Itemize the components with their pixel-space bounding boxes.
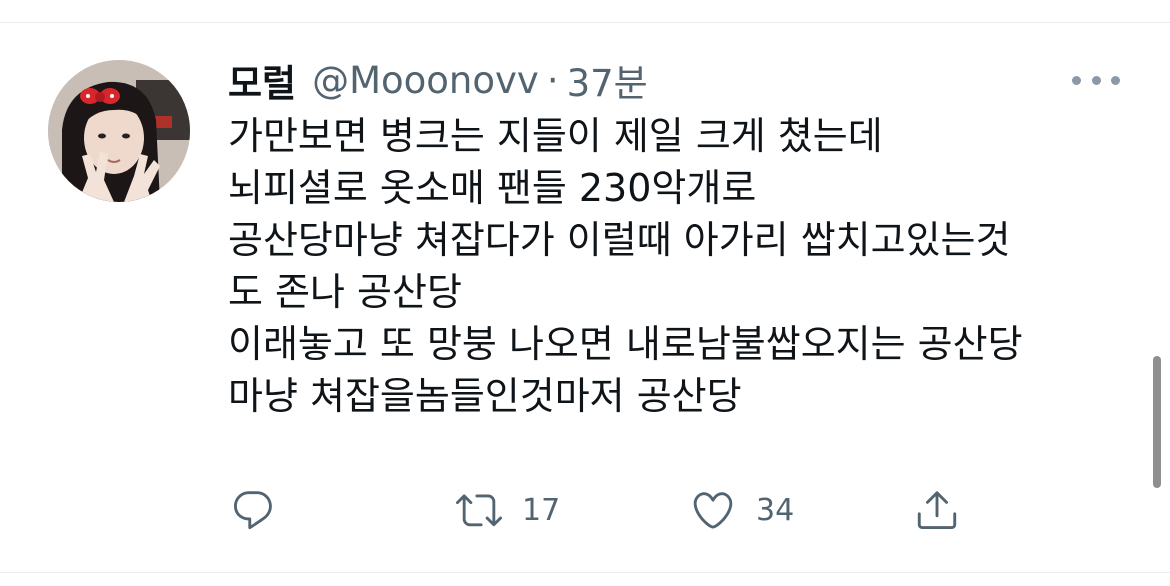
share-button[interactable] [914, 482, 960, 538]
tweet-text: 가만보면 병크는 지들이 제일 크게 쳤는데 뇌피셜로 옷소매 팬들 230악개… [228, 110, 1128, 422]
separator-dot: · [546, 58, 559, 102]
reply-icon [234, 491, 272, 530]
heart-icon [693, 492, 733, 529]
tweet-text-line: 마냥 쳐잡을놈들인것마저 공산당 [228, 374, 742, 418]
tweet-text-line: 뇌피셜로 옷소매 팬들 230악개로 [228, 166, 757, 210]
user-handle[interactable]: @Mooonovv [312, 59, 539, 102]
display-name[interactable]: 모럴 [228, 53, 296, 107]
tweet-header: 모럴 @Mooonovv · 37분 [228, 52, 648, 108]
tweet-timestamp[interactable]: 37분 [567, 53, 648, 107]
retweet-icon [456, 494, 502, 527]
like-count: 34 [756, 492, 795, 528]
scrollbar-thumb[interactable] [1153, 356, 1161, 488]
avatar[interactable] [48, 60, 190, 202]
tweet-text-line: 이래놓고 또 망붕 나오면 내로남불쌉오지는 공산당 [228, 322, 1023, 366]
more-horizontal-icon-dot [1091, 75, 1101, 85]
bottom-divider [0, 572, 1170, 573]
more-horizontal-icon [1072, 75, 1081, 85]
retweet-count: 17 [522, 492, 561, 528]
share-icon [917, 491, 957, 530]
retweet-button[interactable]: 17 [456, 482, 560, 538]
more-horizontal-icon-dot [1111, 75, 1120, 85]
tweet-text-line: 공산당마냥 쳐잡다가 이럴때 아가리 쌉치고있는것 [228, 218, 1011, 262]
tweet-actions: 17 34 [0, 482, 1170, 538]
tweet-text-line: 도 존나 공산당 [228, 270, 462, 314]
reply-button[interactable] [230, 482, 276, 538]
tweet-text-line: 가만보면 병크는 지들이 제일 크게 쳤는데 [228, 114, 883, 158]
avatar-image [48, 60, 190, 202]
more-options-button[interactable] [1072, 66, 1120, 94]
like-button[interactable]: 34 [690, 482, 794, 538]
